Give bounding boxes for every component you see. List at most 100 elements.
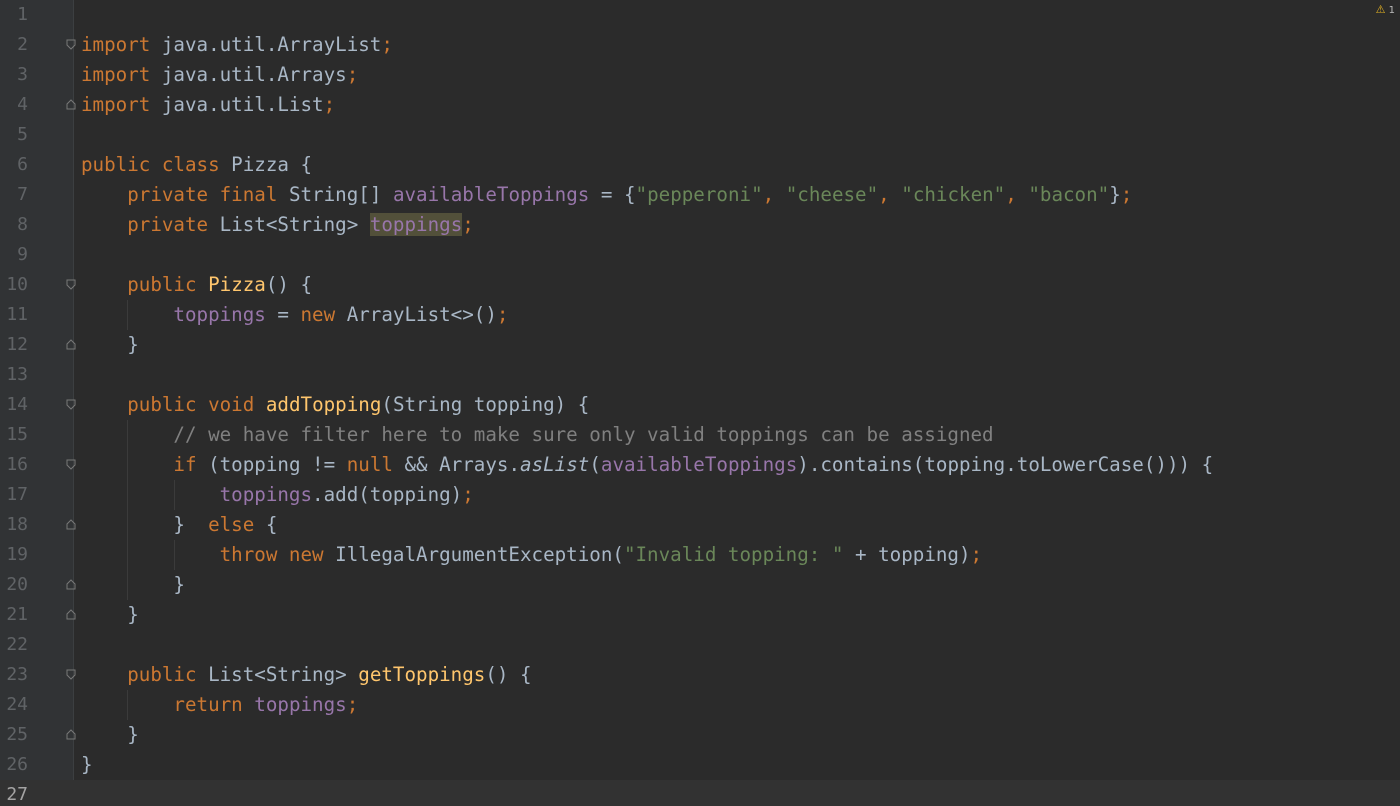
fold-collapse-icon[interactable] [66, 279, 76, 290]
fold-collapse-icon[interactable] [66, 459, 76, 470]
code-text[interactable]: toppings.add(topping); [81, 480, 474, 510]
code-line[interactable]: 18 } else { [0, 510, 1400, 540]
code-line[interactable]: 22 [0, 630, 1400, 660]
code-line[interactable]: 6 public class Pizza { [0, 150, 1400, 180]
code-line[interactable]: 14 public void addTopping(String topping… [0, 390, 1400, 420]
line-number[interactable]: 6 [0, 150, 28, 180]
line-number[interactable]: 13 [0, 360, 28, 390]
code-text[interactable]: import java.util.ArrayList; [81, 30, 393, 60]
code-text[interactable]: if (topping != null && Arrays.asList(ava… [81, 450, 1213, 480]
code-token: java.util.ArrayList [150, 33, 382, 56]
line-number[interactable]: 11 [0, 300, 28, 330]
code-line[interactable]: 4 import java.util.List; [0, 90, 1400, 120]
line-number[interactable]: 16 [0, 450, 28, 480]
code-line[interactable]: 15 // we have filter here to make sure o… [0, 420, 1400, 450]
code-line[interactable]: 3 import java.util.Arrays; [0, 60, 1400, 90]
code-text[interactable]: toppings = new ArrayList<>(); [81, 300, 508, 330]
code-token: ; [381, 33, 393, 56]
code-line[interactable]: 23 public List<String> getToppings() { [0, 660, 1400, 690]
line-number[interactable]: 17 [0, 480, 28, 510]
code-token: new [300, 303, 336, 326]
code-token: availableToppings [392, 183, 590, 206]
line-number[interactable]: 22 [0, 630, 28, 660]
fold-collapse-icon[interactable] [66, 399, 76, 410]
code-line[interactable]: 20 } [0, 570, 1400, 600]
code-text[interactable]: public void addTopping(String topping) { [81, 390, 589, 420]
code-line[interactable]: 24 return toppings; [0, 690, 1400, 720]
fold-collapse-icon[interactable] [66, 39, 76, 50]
line-number[interactable]: 15 [0, 420, 28, 450]
fold-end-icon[interactable] [66, 339, 76, 350]
code-text[interactable]: } [81, 570, 185, 600]
code-line[interactable]: 27 [0, 780, 1400, 806]
code-token: toppings [173, 303, 266, 326]
code-text[interactable]: } [81, 330, 139, 360]
code-line[interactable]: 5 [0, 120, 1400, 150]
line-number[interactable]: 19 [0, 540, 28, 570]
line-number[interactable]: 23 [0, 660, 28, 690]
code-editor[interactable]: 1 2 import java.util.ArrayList; 3 import jav… [0, 0, 1400, 806]
fold-end-icon[interactable] [66, 99, 76, 110]
line-number[interactable]: 27 [0, 780, 28, 806]
line-number[interactable]: 7 [0, 180, 28, 210]
line-number[interactable]: 20 [0, 570, 28, 600]
code-text[interactable]: public Pizza() { [81, 270, 312, 300]
code-line[interactable]: 11 toppings = new ArrayList<>(); [0, 300, 1400, 330]
fold-end-icon[interactable] [66, 519, 76, 530]
line-number[interactable]: 24 [0, 690, 28, 720]
line-number[interactable]: 4 [0, 90, 28, 120]
line-number[interactable]: 18 [0, 510, 28, 540]
code-text[interactable]: public class Pizza { [81, 150, 312, 180]
code-line[interactable]: 12 } [0, 330, 1400, 360]
line-number[interactable]: 8 [0, 210, 28, 240]
code-line[interactable]: 9 [0, 240, 1400, 270]
line-number[interactable]: 12 [0, 330, 28, 360]
line-number[interactable]: 3 [0, 60, 28, 90]
code-line[interactable]: 10 public Pizza() { [0, 270, 1400, 300]
inspection-warning-indicator[interactable]: ⚠ 1 [1376, 3, 1395, 16]
line-number[interactable]: 2 [0, 30, 28, 60]
line-number[interactable]: 21 [0, 600, 28, 630]
code-line[interactable]: 25 } [0, 720, 1400, 750]
code-line[interactable]: 7 private final String[] availableToppin… [0, 180, 1400, 210]
code-line[interactable]: 16 if (topping != null && Arrays.asList(… [0, 450, 1400, 480]
code-line[interactable]: 8 private List<String> toppings; [0, 210, 1400, 240]
code-text[interactable]: private List<String> toppings; [81, 210, 474, 240]
line-number[interactable]: 1 [0, 0, 28, 30]
code-text[interactable]: // we have filter here to make sure only… [81, 420, 993, 450]
fold-end-icon[interactable] [66, 609, 76, 620]
line-number[interactable]: 5 [0, 120, 28, 150]
code-text[interactable]: } [81, 750, 93, 780]
fold-collapse-icon[interactable] [66, 669, 76, 680]
line-number[interactable]: 9 [0, 240, 28, 270]
code-text[interactable]: import java.util.Arrays; [81, 60, 358, 90]
code-line[interactable]: 17 toppings.add(topping); [0, 480, 1400, 510]
code-text[interactable]: throw new IllegalArgumentException("Inva… [81, 540, 982, 570]
code-text[interactable]: public List<String> getToppings() { [81, 660, 531, 690]
code-line[interactable]: 21 } [0, 600, 1400, 630]
code-text[interactable]: import java.util.List; [81, 90, 335, 120]
fold-end-icon[interactable] [66, 579, 76, 590]
code-line[interactable]: 13 [0, 360, 1400, 390]
code-line[interactable]: 1 [0, 0, 1400, 30]
code-text[interactable]: return toppings; [81, 690, 358, 720]
code-token: ( [589, 453, 601, 476]
line-number[interactable]: 26 [0, 750, 28, 780]
code-text[interactable]: private final String[] availableToppings… [81, 180, 1132, 210]
code-text[interactable]: } [81, 600, 139, 630]
code-token: public [127, 273, 197, 296]
fold-end-icon[interactable] [66, 729, 76, 740]
line-number[interactable]: 10 [0, 270, 28, 300]
line-number[interactable]: 14 [0, 390, 28, 420]
code-line[interactable]: 26} [0, 750, 1400, 780]
code-line[interactable]: 19 throw new IllegalArgumentException("I… [0, 540, 1400, 570]
line-number[interactable]: 25 [0, 720, 28, 750]
code-text[interactable]: } [81, 720, 139, 750]
code-token: getToppings [358, 663, 486, 686]
code-token: .add(topping) [312, 483, 463, 506]
code-text[interactable]: } else { [81, 510, 277, 540]
code-line[interactable]: 2 import java.util.ArrayList; [0, 30, 1400, 60]
